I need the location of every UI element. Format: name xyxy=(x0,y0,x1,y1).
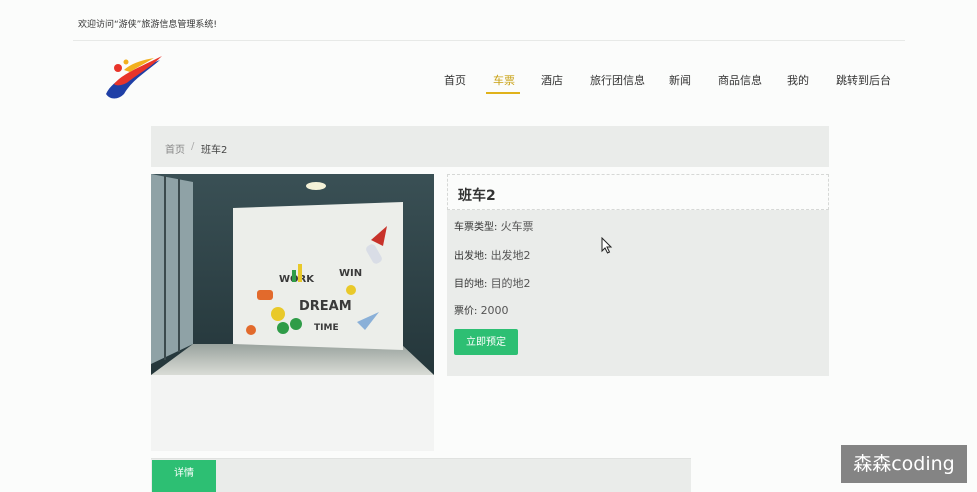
svg-text:DREAM: DREAM xyxy=(299,299,352,314)
price-value: 2000 xyxy=(480,304,509,317)
nav-news[interactable]: 新闻 xyxy=(669,68,691,94)
product-title: 班车2 xyxy=(458,188,496,204)
breadcrumb-current: 班车2 xyxy=(201,145,228,156)
nav-products[interactable]: 商品信息 xyxy=(718,68,762,94)
ticket-type-label: 车票类型: xyxy=(454,222,498,233)
nav-mine[interactable]: 我的 xyxy=(787,68,809,94)
book-now-button[interactable]: 立即预定 xyxy=(454,329,518,355)
nav-tickets[interactable]: 车票 xyxy=(493,68,515,94)
destination-label: 目的地: xyxy=(454,279,488,290)
svg-text:WIN: WIN xyxy=(339,268,362,279)
breadcrumb: 首页 / 班车2 xyxy=(151,126,829,167)
product-image-panel: DREAM WORK TIME WIN xyxy=(151,174,434,451)
svg-text:WORK: WORK xyxy=(279,274,315,285)
swoosh-logo-icon xyxy=(106,56,162,99)
ticket-type-field: 车票类型: 火车票 xyxy=(454,218,534,234)
header-divider xyxy=(73,40,905,41)
site-logo[interactable] xyxy=(102,50,168,102)
tab-details[interactable]: 详情 xyxy=(152,460,216,492)
destination-field: 目的地: 目的地2 xyxy=(454,275,531,291)
detail-tabs: 详情 xyxy=(151,458,691,492)
price-field: 票价: 2000 xyxy=(454,302,509,317)
product-info-panel: 班车2 车票类型: 火车票 出发地: 出发地2 目的地: 目的地2 票价: 20… xyxy=(447,174,829,376)
departure-field: 出发地: 出发地2 xyxy=(454,247,531,263)
nav-tour-groups[interactable]: 旅行团信息 xyxy=(590,68,645,94)
departure-label: 出发地: xyxy=(454,251,488,262)
ticket-type-value: 火车票 xyxy=(500,220,534,233)
destination-value: 目的地2 xyxy=(490,277,531,290)
nav-hotel[interactable]: 酒店 xyxy=(541,68,563,94)
mouse-cursor-icon xyxy=(601,236,613,254)
product-title-box: 班车2 xyxy=(447,174,829,210)
welcome-text: 欢迎访问“游侠”旅游信息管理系统! xyxy=(78,20,217,30)
price-label: 票价: xyxy=(454,306,478,317)
nav-admin[interactable]: 跳转到后台 xyxy=(836,68,891,94)
breadcrumb-home[interactable]: 首页 xyxy=(165,141,185,156)
nav-home[interactable]: 首页 xyxy=(444,68,466,94)
breadcrumb-separator: / xyxy=(191,141,195,152)
active-nav-indicator xyxy=(486,92,520,94)
watermark: 森森coding xyxy=(841,445,967,483)
svg-text:TIME: TIME xyxy=(314,323,339,333)
departure-value: 出发地2 xyxy=(490,249,531,262)
product-image: DREAM WORK TIME WIN xyxy=(151,174,434,375)
